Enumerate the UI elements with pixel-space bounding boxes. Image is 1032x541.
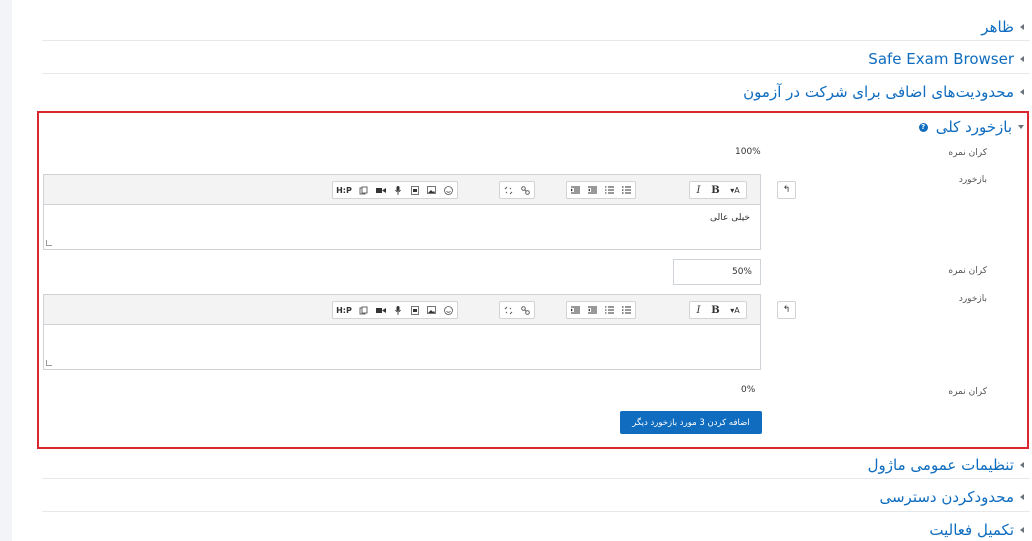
- caret-left-icon: [1020, 56, 1024, 62]
- numbered-list-icon[interactable]: [601, 182, 618, 198]
- toolbar-group-links: [499, 301, 535, 319]
- html-icon[interactable]: H:P: [333, 182, 355, 198]
- feedback-text-area[interactable]: [44, 325, 760, 368]
- toolbar-group-media: H:P: [332, 301, 458, 319]
- grade-boundary-label: کران نمره: [948, 266, 987, 276]
- section-restrict-access[interactable]: محدودکردن دسترسی: [42, 479, 1030, 512]
- resize-grip-icon[interactable]: [46, 240, 52, 246]
- emoji-icon[interactable]: [440, 302, 457, 318]
- feedback-editor[interactable]: H:P I B ▾A ↰ خیلی عالی: [43, 174, 796, 250]
- section-label: محدودیت‌های اضافی برای شرکت در آزمون: [743, 83, 1014, 101]
- grade-boundary-value: 100%: [735, 147, 761, 157]
- section-appearance[interactable]: ظاهر: [42, 9, 1030, 41]
- italic-button[interactable]: I: [690, 302, 707, 318]
- indent-icon[interactable]: [567, 302, 584, 318]
- link-icon[interactable]: [517, 182, 534, 198]
- video-icon[interactable]: [372, 182, 389, 198]
- paste-icon[interactable]: [355, 182, 372, 198]
- bold-button[interactable]: B: [707, 302, 724, 318]
- indent-icon[interactable]: [567, 182, 584, 198]
- emoji-icon[interactable]: [440, 182, 457, 198]
- toolbar-group-undo: ↰: [777, 181, 796, 199]
- caret-down-icon: [1018, 125, 1024, 129]
- section-label: Safe Exam Browser: [868, 50, 1014, 68]
- resize-grip-icon[interactable]: [46, 360, 52, 366]
- caret-left-icon: [1020, 527, 1024, 533]
- grade-boundary-value: 0%: [741, 385, 756, 395]
- numbered-list-icon[interactable]: [601, 302, 618, 318]
- file-icon[interactable]: [406, 302, 423, 318]
- font-color-button[interactable]: ▾A: [724, 302, 746, 318]
- add-feedback-fields-button[interactable]: اضافه کردن 3 مورد بازخورد دیگر: [620, 411, 762, 434]
- unlink-icon[interactable]: [500, 182, 517, 198]
- video-icon[interactable]: [372, 302, 389, 318]
- undo-icon[interactable]: ↰: [778, 302, 795, 318]
- feedback-text-area[interactable]: خیلی عالی: [44, 205, 760, 248]
- toolbar-group-format: I B ▾A: [689, 301, 747, 319]
- section-label: ظاهر: [981, 18, 1014, 36]
- outdent-icon[interactable]: [584, 302, 601, 318]
- font-color-button[interactable]: ▾A: [724, 182, 746, 198]
- toolbar-group-media: H:P: [332, 181, 458, 199]
- toolbar-group-format: I B ▾A: [689, 181, 747, 199]
- feedback-label: بازخورد: [958, 175, 987, 185]
- section-overall-feedback-header[interactable]: بازخورد کلی ?: [918, 114, 1024, 136]
- section-common-module-settings[interactable]: تنظیمات عمومی ماژول: [42, 452, 1030, 479]
- caret-left-icon: [1020, 462, 1024, 468]
- help-icon[interactable]: ?: [918, 122, 928, 132]
- section-label: محدودکردن دسترسی: [879, 488, 1014, 506]
- microphone-icon[interactable]: [389, 302, 406, 318]
- section-label: تکمیل فعالیت: [929, 521, 1014, 539]
- undo-icon[interactable]: ↰: [778, 182, 795, 198]
- grade-boundary-label: کران نمره: [948, 387, 987, 397]
- caret-left-icon: [1020, 89, 1024, 95]
- italic-button[interactable]: I: [690, 182, 707, 198]
- section-title: بازخورد کلی: [935, 118, 1012, 136]
- caret-left-icon: [1020, 494, 1024, 500]
- toolbar-group-lists: [566, 301, 636, 319]
- image-icon[interactable]: [423, 182, 440, 198]
- file-icon[interactable]: [406, 182, 423, 198]
- toolbar-group-links: [499, 181, 535, 199]
- feedback-editor[interactable]: H:P I B ▾A ↰: [43, 294, 796, 370]
- left-sidebar-strip: [0, 0, 12, 541]
- grade-boundary-label: کران نمره: [948, 148, 987, 158]
- microphone-icon[interactable]: [389, 182, 406, 198]
- toolbar-group-lists: [566, 181, 636, 199]
- link-icon[interactable]: [517, 302, 534, 318]
- feedback-label: بازخورد: [958, 294, 987, 304]
- editor-toolbar: H:P I B ▾A ↰: [44, 175, 796, 205]
- bold-button[interactable]: B: [707, 182, 724, 198]
- section-label: تنظیمات عمومی ماژول: [867, 456, 1014, 474]
- html-icon[interactable]: H:P: [333, 302, 355, 318]
- editor-toolbar: H:P I B ▾A ↰: [44, 295, 796, 325]
- highlight-frame: [37, 111, 1029, 449]
- paste-icon[interactable]: [355, 302, 372, 318]
- section-extra-restrictions[interactable]: محدودیت‌های اضافی برای شرکت در آزمون: [42, 74, 1030, 107]
- outdent-icon[interactable]: [584, 182, 601, 198]
- image-icon[interactable]: [423, 302, 440, 318]
- section-safe-exam-browser[interactable]: Safe Exam Browser: [42, 41, 1030, 74]
- toolbar-group-undo: ↰: [777, 301, 796, 319]
- caret-left-icon: [1020, 24, 1024, 30]
- grade-boundary-input[interactable]: 50%: [673, 259, 761, 285]
- bulleted-list-icon[interactable]: [618, 302, 635, 318]
- unlink-icon[interactable]: [500, 302, 517, 318]
- bulleted-list-icon[interactable]: [618, 182, 635, 198]
- section-activity-completion[interactable]: تکمیل فعالیت: [42, 512, 1030, 541]
- feedback-text: خیلی عالی: [710, 213, 750, 223]
